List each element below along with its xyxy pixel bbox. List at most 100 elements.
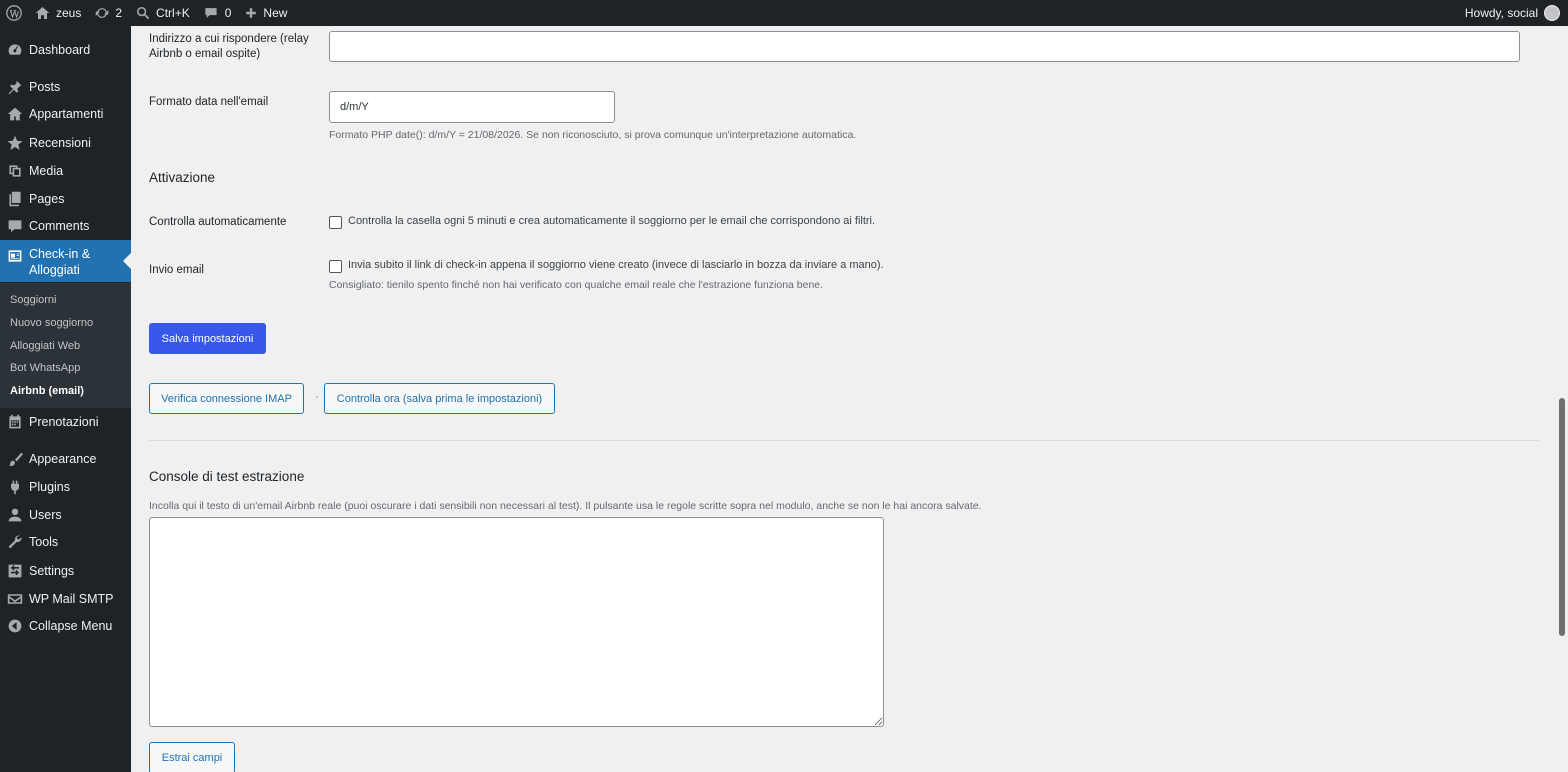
new-content-link[interactable]: New (238, 0, 294, 26)
menu-label: Recensioni (29, 136, 91, 150)
search-link[interactable]: Ctrl+K (129, 0, 197, 26)
menu-label: Settings (29, 564, 75, 578)
send-email-label: Invio email (149, 264, 204, 276)
site-name-link[interactable]: zeus (28, 0, 88, 26)
comments-link[interactable]: 0 (197, 0, 239, 26)
activation-heading: Attivazione (149, 170, 216, 185)
submenu-item-airbnb-email[interactable]: Airbnb (email) (10, 385, 84, 397)
wordpress-logo-icon[interactable] (0, 0, 28, 26)
menu-label: Prenotazioni (29, 415, 99, 429)
admin-sidebar: Dashboard Posts Appartamenti Recensioni … (0, 26, 131, 772)
menu-label: WP Mail SMTP (29, 592, 114, 606)
menu-label: Dashboard (29, 43, 91, 57)
avatar (1544, 5, 1560, 21)
menu-item-users[interactable]: Users (0, 505, 131, 525)
menu-item-appearance[interactable]: Appearance (0, 449, 131, 469)
reply-address-input[interactable] (329, 31, 1520, 62)
admin-bar: zeus 2 Ctrl+K 0 New Howdy, social (0, 0, 1568, 26)
search-shortcut: Ctrl+K (156, 6, 190, 20)
menu-item-prenotazioni[interactable]: Prenotazioni (0, 412, 131, 432)
reply-address-label: Indirizzo a cui rispondere (relay Airbnb… (149, 33, 309, 60)
comments-count: 0 (224, 6, 232, 20)
updates-count: 2 (115, 6, 123, 20)
id-card-icon (5, 246, 25, 266)
media-icon (5, 161, 25, 181)
collapse-icon (5, 616, 25, 636)
console-textarea[interactable] (149, 517, 884, 727)
save-settings-button[interactable]: Salva impostazioni (149, 323, 266, 354)
wrench-icon (5, 532, 25, 552)
menu-item-dashboard[interactable]: Dashboard (0, 40, 131, 60)
menu-item-recensioni[interactable]: Recensioni (0, 133, 131, 153)
menu-item-posts[interactable]: Posts (0, 77, 131, 97)
star-icon (5, 133, 25, 153)
brush-icon (5, 449, 25, 469)
submenu-item-bot-whatsapp[interactable]: Bot WhatsApp (10, 362, 80, 374)
menu-item-media[interactable]: Media (0, 161, 131, 181)
menu-item-plugins[interactable]: Plugins (0, 477, 131, 497)
button-separator: · (315, 391, 319, 403)
menu-item-appartamenti[interactable]: Appartamenti (0, 104, 131, 124)
send-email-description: Consigliato: tienilo spento finché non h… (329, 279, 824, 291)
account-menu[interactable]: Howdy, social (1465, 5, 1568, 21)
mail-icon (5, 589, 25, 609)
section-divider (149, 440, 1539, 441)
submenu-item-soggiorni[interactable]: Soggiorni (10, 294, 56, 306)
menu-label: Comments (29, 219, 90, 233)
settings-form: Indirizzo a cui rispondere (relay Airbnb… (131, 26, 1557, 772)
send-email-text[interactable]: Invia subito il link di check-in appena … (348, 259, 884, 271)
updates-link[interactable]: 2 (88, 0, 129, 26)
date-format-description: Formato PHP date(): d/m/Y = 21/08/2026. … (329, 129, 857, 141)
plugin-icon (5, 477, 25, 497)
search-icon (137, 6, 150, 20)
menu-item-comments[interactable]: Comments (0, 216, 131, 236)
menu-label: Check-in & Alloggiati (29, 247, 91, 277)
comment-bubble-icon (205, 8, 217, 18)
menu-label: Pages (29, 192, 65, 206)
plus-icon (246, 8, 257, 18)
console-description: Incolla qui il testo di un'email Airbnb … (149, 500, 982, 512)
settings-icon (5, 561, 25, 581)
pin-icon (5, 77, 25, 97)
auto-check-text[interactable]: Controlla la casella ogni 5 minuti e cre… (348, 215, 875, 227)
site-name: zeus (56, 6, 82, 20)
verify-imap-button[interactable]: Verifica connessione IMAP (149, 383, 304, 414)
home-icon (35, 7, 50, 19)
menu-label: Plugins (29, 480, 70, 494)
console-heading: Console di test estrazione (149, 469, 305, 484)
menu-item-tools[interactable]: Tools (0, 532, 131, 552)
menu-label: Media (29, 164, 64, 178)
date-format-label: Formato data nell'email (149, 96, 269, 108)
page-scrollbar[interactable] (1557, 26, 1568, 772)
collapse-menu-button[interactable]: Collapse Menu (0, 616, 131, 636)
extract-fields-button[interactable]: Estrai campi (149, 742, 235, 772)
menu-label: Collapse Menu (29, 619, 113, 633)
scrollbar-thumb[interactable] (1559, 398, 1565, 636)
menu-item-wp-mail-smtp[interactable]: WP Mail SMTP (0, 589, 131, 609)
comment-icon (5, 216, 25, 236)
menu-item-checkin-alloggiati[interactable]: Check-in & Alloggiati (0, 240, 131, 282)
menu-label: Users (29, 508, 62, 522)
pages-icon (5, 189, 25, 209)
date-format-input[interactable]: d/m/Y (329, 91, 615, 123)
check-now-button[interactable]: Controlla ora (salva prima le impostazio… (324, 383, 555, 414)
updates-icon (96, 8, 109, 18)
submenu-checkin: Soggiorni Nuovo soggiorno Alloggiati Web… (0, 283, 131, 408)
date-format-value: d/m/Y (340, 101, 369, 113)
user-icon (5, 505, 25, 525)
menu-label: Appartamenti (29, 107, 104, 121)
dashboard-icon (5, 40, 25, 60)
send-email-checkbox[interactable] (329, 260, 342, 273)
new-label: New (263, 6, 288, 20)
calendar-icon (5, 412, 25, 432)
auto-check-checkbox[interactable] (329, 216, 342, 229)
menu-label: Tools (29, 535, 59, 549)
menu-label: Appearance (29, 452, 97, 466)
submenu-item-nuovo-soggiorno[interactable]: Nuovo soggiorno (10, 317, 93, 329)
auto-check-label: Controlla automaticamente (149, 216, 287, 228)
menu-label: Posts (29, 80, 61, 94)
menu-item-settings[interactable]: Settings (0, 561, 131, 581)
howdy-text: Howdy, social (1464, 6, 1538, 20)
submenu-item-alloggiati-web[interactable]: Alloggiati Web (10, 340, 80, 352)
menu-item-pages[interactable]: Pages (0, 189, 131, 209)
